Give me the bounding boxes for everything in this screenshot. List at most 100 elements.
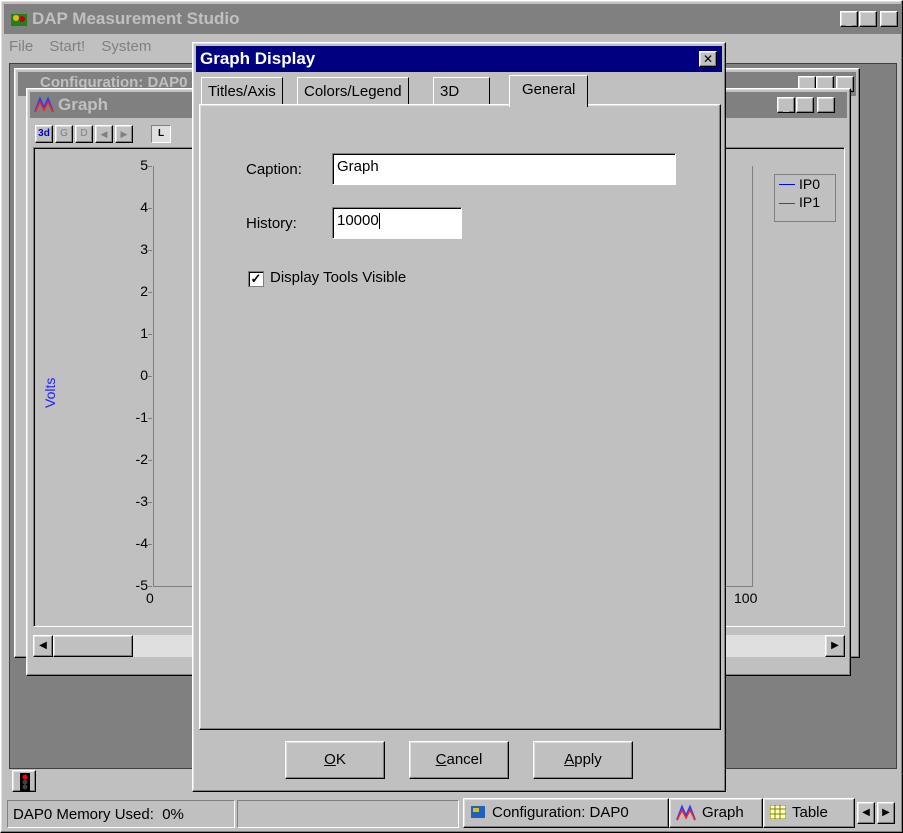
menu-system[interactable]: System	[101, 38, 151, 55]
maximize-button[interactable]: □	[859, 11, 877, 27]
y-tick-mark	[148, 586, 152, 587]
legend-line-ip1	[779, 203, 795, 204]
table-task-icon	[769, 804, 787, 823]
scroll-right-arrow-icon[interactable]: ▶	[825, 635, 845, 657]
y-tick-label: 5	[140, 157, 148, 173]
task-configuration-label: Configuration: DAP0	[492, 804, 629, 821]
menu-bar: File Start! System	[9, 38, 163, 60]
scroll-left-arrow-icon[interactable]: ◀	[33, 635, 53, 657]
text-caret	[378, 213, 380, 230]
caption-label: Caption:	[246, 161, 302, 178]
task-configuration[interactable]: Configuration: DAP0	[463, 798, 669, 828]
task-graph[interactable]: Graph	[669, 798, 763, 828]
ok-underline: O	[324, 751, 336, 768]
graph-display-dialog[interactable]: Graph Display ✕ Titles/Axis Colors/Legen…	[192, 42, 726, 792]
graph-window-title: Graph	[58, 95, 109, 114]
graph-tool-3d[interactable]: 3d	[35, 125, 53, 143]
y-tick-label: 0	[140, 367, 148, 383]
tab-general[interactable]: General	[509, 75, 589, 107]
task-table-label: Table	[792, 804, 828, 821]
task-graph-label: Graph	[702, 804, 744, 821]
app-title: DAP Measurement Studio	[32, 9, 240, 28]
graph-minimize-button[interactable]: _	[777, 97, 795, 113]
ok-rest: K	[335, 751, 346, 768]
traffic-light-button[interactable]	[12, 770, 36, 792]
y-tick-mark	[148, 460, 152, 461]
minimize-button[interactable]: _	[840, 11, 858, 27]
task-scroll-left-icon[interactable]: ◀	[857, 802, 875, 824]
y-tick-mark	[148, 376, 152, 377]
task-table[interactable]: Table	[763, 798, 855, 828]
task-scroll-right-icon[interactable]: ▶	[877, 802, 895, 824]
configuration-task-icon	[470, 804, 486, 824]
legend: IP0 IP1	[774, 174, 836, 222]
apply-rest: pply	[574, 751, 602, 768]
y-tick-mark	[148, 292, 152, 293]
app-title-bar[interactable]: DAP Measurement Studio _ □ ✕	[4, 4, 901, 34]
cancel-underline: C	[435, 751, 447, 768]
graph-tool-g[interactable]: G	[55, 125, 73, 143]
app-icon	[10, 10, 28, 28]
display-tools-label[interactable]: Display Tools Visible	[270, 269, 406, 286]
dialog-close-button[interactable]: ✕	[699, 51, 717, 67]
y-tick-label: -3	[135, 493, 148, 509]
cancel-button[interactable]: Cancel	[409, 741, 509, 779]
tab-titles-axis[interactable]: Titles/Axis	[201, 77, 283, 105]
legend-label-ip1: IP1	[799, 194, 821, 210]
graph-window-icon	[34, 96, 54, 118]
dialog-tab-page: Caption: Graph History: 10000 ✓ Display …	[199, 104, 721, 730]
y-tick-mark	[148, 250, 152, 251]
dialog-title-bar[interactable]: Graph Display ✕	[196, 46, 722, 72]
y-tick-label: 4	[140, 199, 148, 215]
y-tick-mark	[148, 544, 152, 545]
y-tick-mark	[148, 166, 152, 167]
y-tick-label: -4	[135, 535, 148, 551]
apply-button[interactable]: Apply	[533, 741, 633, 779]
graph-tool-next-icon[interactable]: ▶	[115, 125, 133, 143]
plot-right-border	[752, 166, 753, 587]
y-axis-label: Volts	[42, 377, 58, 408]
caption-field[interactable]: Graph	[332, 153, 676, 185]
tab-colors-legend[interactable]: Colors/Legend	[297, 77, 409, 105]
legend-line-ip0	[779, 184, 795, 185]
traffic-light-icon	[19, 773, 31, 795]
y-tick-label: -1	[135, 409, 148, 425]
graph-tool-prev-icon[interactable]: ◀	[95, 125, 113, 143]
close-button[interactable]: ✕	[880, 11, 898, 27]
dialog-title: Graph Display	[200, 49, 316, 68]
history-value: 10000	[337, 212, 379, 229]
ok-button[interactable]: OK	[285, 741, 385, 779]
legend-label-ip0: IP0	[799, 176, 821, 192]
dialog-tab-strip: Titles/Axis Colors/Legend 3D General	[201, 75, 719, 107]
status-bar: DAP0 Memory Used: 0% Configuration: DAP0…	[3, 796, 900, 830]
graph-tool-l[interactable]: L	[151, 125, 171, 143]
tab-3d[interactable]: 3D	[433, 77, 491, 105]
y-tick-mark	[148, 502, 152, 503]
scroll-thumb[interactable]	[53, 635, 133, 657]
y-axis-ticks: 5 4 3 2 1 0 -1 -2 -3 -4 -5	[94, 148, 152, 628]
y-tick-mark	[148, 334, 152, 335]
display-tools-checkbox[interactable]: ✓	[248, 271, 264, 287]
graph-maximize-button[interactable]: □	[796, 97, 814, 113]
apply-underline: A	[564, 751, 575, 768]
history-label: History:	[246, 215, 297, 232]
y-tick-mark	[148, 208, 152, 209]
status-panel-2	[237, 800, 459, 828]
menu-file[interactable]: File	[9, 38, 33, 55]
y-tick-label: 2	[140, 283, 148, 299]
memory-status: DAP0 Memory Used: 0%	[7, 800, 235, 828]
y-tick-label: 1	[140, 325, 148, 341]
graph-task-icon	[676, 804, 696, 826]
y-tick-mark	[148, 418, 152, 419]
graph-close-button[interactable]: ✕	[817, 97, 835, 113]
menu-start[interactable]: Start!	[49, 38, 85, 55]
y-tick-label: 3	[140, 241, 148, 257]
history-field[interactable]: 10000	[332, 207, 462, 239]
y-tick-label: -5	[135, 577, 148, 593]
cancel-rest: ancel	[446, 751, 483, 768]
y-tick-label: -2	[135, 451, 148, 467]
x-tick-0: 0	[146, 590, 154, 606]
memory-status-text: DAP0 Memory Used: 0%	[13, 806, 184, 823]
graph-tool-d[interactable]: D	[75, 125, 93, 143]
y-axis-line	[153, 166, 154, 586]
